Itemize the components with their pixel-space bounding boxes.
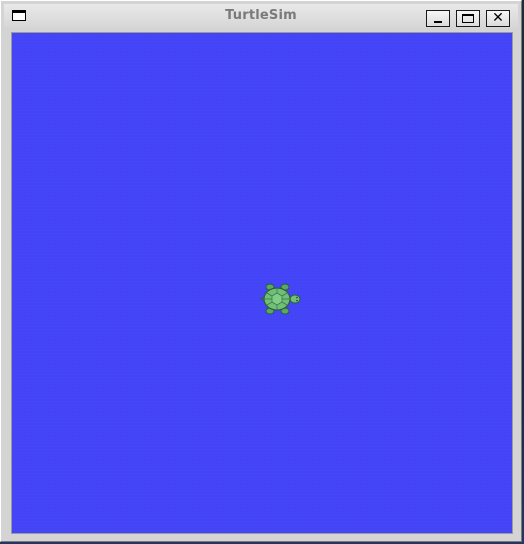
close-icon: ✕ bbox=[492, 10, 504, 26]
close-button[interactable]: ✕ bbox=[486, 10, 510, 27]
title-bar[interactable]: TurtleSim ✕ bbox=[4, 4, 518, 28]
maximize-icon bbox=[462, 14, 474, 23]
turtle-canvas bbox=[11, 32, 513, 534]
turtlesim-window: TurtleSim ✕ bbox=[0, 0, 522, 542]
turtle-icon bbox=[259, 283, 301, 315]
window-menu-icon[interactable] bbox=[12, 10, 26, 21]
maximize-button[interactable] bbox=[456, 10, 480, 27]
minimize-button[interactable] bbox=[426, 10, 450, 27]
minimize-icon bbox=[434, 21, 442, 23]
